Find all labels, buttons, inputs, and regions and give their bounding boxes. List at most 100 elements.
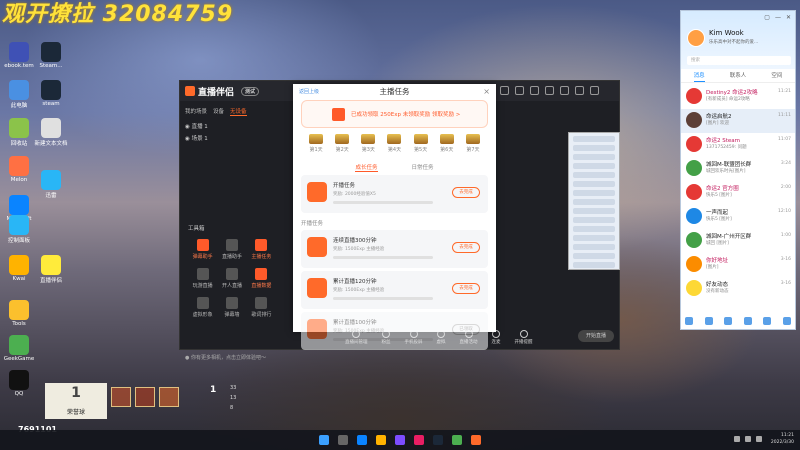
chat-item[interactable]: 城回M-广州开区群 城回 [图片] 1:00 [681, 229, 795, 253]
edge-icon[interactable] [357, 435, 367, 445]
close-icon[interactable]: × [483, 84, 490, 100]
close-icon[interactable]: ✕ [786, 14, 791, 21]
hud-count: 1 [210, 385, 217, 395]
lightning-icon [332, 107, 345, 121]
notice-text[interactable]: ● 你有更多相机，点击立即体验吧～ [185, 354, 266, 361]
desktop-icon[interactable]: GeekGame [2, 335, 36, 362]
reward-banner[interactable]: 已成功领取 250Exp 未领取奖励 领取奖励 > [301, 100, 488, 128]
desktop-icon[interactable]: steam [34, 80, 68, 107]
tool-item[interactable]: 开人直播 [217, 268, 246, 289]
bell-icon[interactable] [560, 86, 569, 95]
chat-time: 2:00 [780, 185, 791, 190]
desktop-icon[interactable]: 控制面板 [2, 215, 36, 244]
desktop-icon[interactable]: ebook.tem [2, 42, 36, 69]
chat-item[interactable]: 命运2 Steam 1371752459: 问题 11:07 [681, 133, 795, 157]
clock[interactable]: 11:21 2022/3/30 [771, 432, 794, 446]
chest-item[interactable]: 第3天 [361, 134, 376, 153]
folder-icon[interactable] [376, 435, 386, 445]
apps-icon[interactable] [782, 317, 791, 325]
live-companion-icon[interactable] [471, 435, 481, 445]
share-icon[interactable] [530, 86, 539, 95]
desktop-icon[interactable]: 直播伴侣 [34, 255, 68, 284]
scene-item[interactable]: ◉ 直播 1 [185, 121, 208, 133]
chest-item[interactable]: 第1天 [309, 134, 324, 153]
close-icon[interactable] [590, 86, 599, 95]
qq-signature[interactable]: 乐乐高中对不起你的爱... [709, 39, 758, 45]
search-icon[interactable] [338, 435, 348, 445]
chat-item[interactable]: 你好地址 [图片] 3-16 [681, 253, 795, 277]
chat-item[interactable]: 命运2 官方圈 快乐5 [图片] 2:00 [681, 181, 795, 205]
qq-tab-1[interactable]: 联系人 [730, 69, 747, 82]
mail-icon[interactable] [724, 317, 733, 325]
hud-ammo-1: 33 [230, 385, 237, 391]
chat-item[interactable]: 一声而起 快乐5 [图片] 12:10 [681, 205, 795, 229]
qq-tab-2[interactable]: 空间 [771, 69, 782, 82]
scene-item[interactable]: ◉ 场景 1 [185, 133, 208, 145]
chat-item[interactable]: 城回M-联盟团长群 城回欢乐时光[图片] 3:24 [681, 157, 795, 181]
start-icon[interactable] [319, 435, 329, 445]
task-tab-1[interactable]: 日常任务 [412, 163, 434, 172]
chest-item[interactable]: 第6天 [439, 134, 454, 153]
network-icon[interactable] [745, 436, 751, 442]
chest-item[interactable]: 第4天 [387, 134, 402, 153]
desktop-icon[interactable]: Melon [2, 156, 36, 183]
desktop-icon[interactable]: 此电脑 [2, 80, 36, 109]
task-tab-0[interactable]: 成长任务 [355, 163, 378, 172]
file-icon[interactable] [743, 317, 752, 325]
minimize-icon[interactable]: — [775, 14, 781, 21]
desktop-icon[interactable]: Steam... [34, 42, 68, 69]
tool-item[interactable]: 弹幕助手 [188, 239, 217, 260]
task-action-button[interactable]: 已领取 [452, 324, 480, 335]
qq-tab-0[interactable]: 消息 [693, 69, 705, 82]
chest-item[interactable]: 第5天 [413, 134, 428, 153]
chevron-up-icon[interactable] [734, 436, 740, 442]
tool-item[interactable]: 歌词排行 [247, 297, 276, 318]
tab-0[interactable]: 我的场景 [185, 107, 207, 116]
game-icon[interactable] [704, 317, 713, 325]
desktop-icon-label: 回收站 [10, 141, 28, 147]
back-link[interactable]: 返回上级 [299, 84, 319, 100]
avatar[interactable] [687, 29, 705, 47]
media-icon[interactable] [414, 435, 424, 445]
desktop-icon[interactable]: 新建文本文档 [34, 118, 68, 147]
chat-item[interactable]: 好友动态 没有新动态 3-16 [681, 277, 795, 301]
task-action-button[interactable]: 去完成 [452, 187, 480, 198]
tool-item[interactable]: 玩游直播 [188, 268, 217, 289]
desktop-icon[interactable]: QQ [2, 370, 36, 397]
steam-icon[interactable] [433, 435, 443, 445]
bottom-bar-button[interactable]: 开播提醒 [515, 330, 533, 345]
menu-icon[interactable] [575, 86, 584, 95]
chest-item[interactable]: 第7天 [465, 134, 480, 153]
settings-icon[interactable] [515, 86, 524, 95]
lightning-icon [307, 182, 327, 202]
desktop-icon[interactable]: Tools [2, 300, 36, 327]
chest-item[interactable]: 第2天 [335, 134, 350, 153]
skin-icon[interactable]: ▢ [764, 14, 770, 21]
task-action-button[interactable]: 去完成 [452, 242, 480, 253]
game-icon[interactable] [452, 435, 462, 445]
tab-2[interactable]: 无设备 [230, 107, 247, 116]
tool-item[interactable]: 主播任务 [247, 239, 276, 260]
task-progress-bar [333, 256, 433, 259]
docs-icon[interactable] [763, 317, 772, 325]
minimize-icon[interactable] [500, 86, 509, 95]
desktop-icon[interactable]: 回收站 [2, 118, 36, 147]
tool-item[interactable]: 直播数据 [247, 268, 276, 289]
app-icon[interactable] [395, 435, 405, 445]
tab-1[interactable]: 设备 [213, 107, 224, 116]
task-action-button[interactable]: 去完成 [452, 283, 480, 294]
chat-item[interactable]: 命运启航2 [图片] 欢迎 11:11 [681, 109, 795, 133]
tool-item[interactable]: 虚拟形象 [188, 297, 217, 318]
chat-item[interactable]: Destiny2 命运2攻略 [有新成员] 命运2攻略 11:21 [681, 85, 795, 109]
volume-icon[interactable] [756, 436, 762, 442]
menu-icon[interactable] [685, 317, 693, 325]
tool-label: 直播数据 [251, 283, 272, 289]
tool-item[interactable]: 弹幕墙 [217, 297, 246, 318]
tool-item[interactable]: 直播助手 [217, 239, 246, 260]
search-input[interactable]: 搜索 [687, 56, 791, 65]
desktop-icon[interactable]: Kwai [2, 255, 36, 282]
gift-icon[interactable] [545, 86, 554, 95]
start-live-button[interactable]: 开始直播 [578, 330, 614, 342]
desktop-icon[interactable]: 迅雷 [34, 170, 68, 199]
hud-ammo-3: 8 [230, 405, 234, 411]
